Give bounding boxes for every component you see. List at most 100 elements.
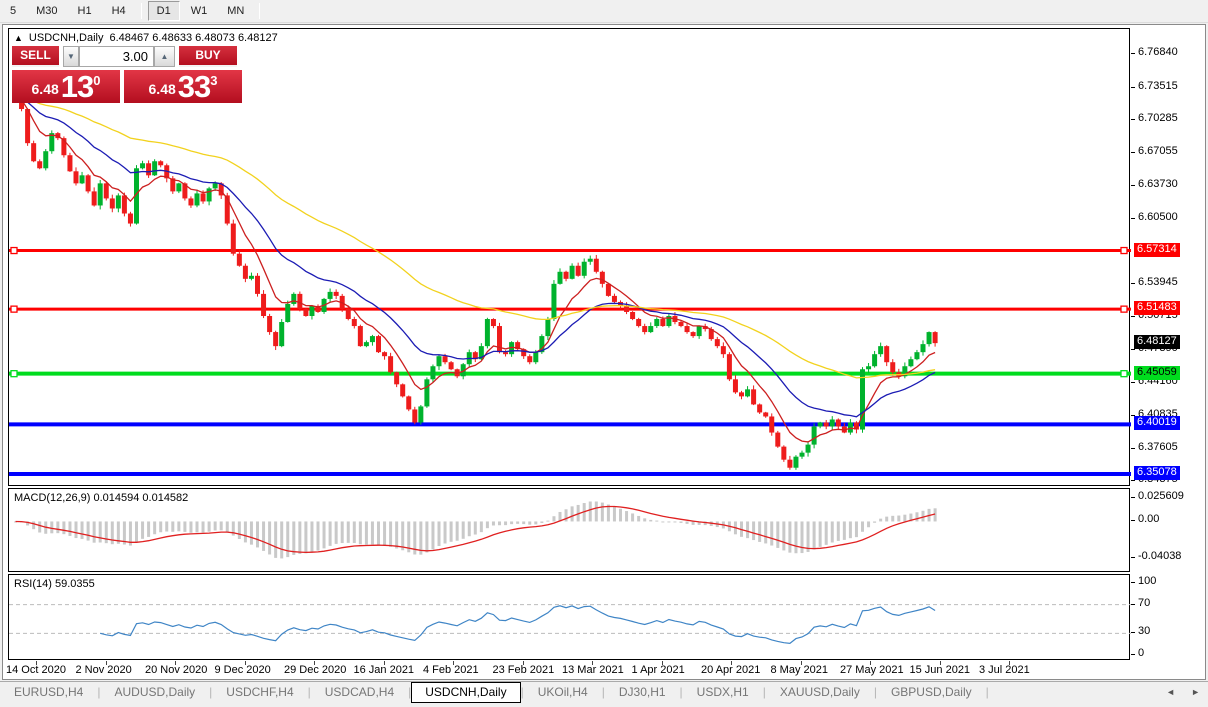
macd-tick-mark bbox=[1131, 520, 1135, 521]
toolbar-separator bbox=[141, 3, 142, 19]
macd-histogram bbox=[14, 502, 937, 559]
date-label: 15 Jun 2021 bbox=[910, 664, 971, 676]
macd-tick-label: -0.04038 bbox=[1138, 550, 1181, 562]
date-label: 23 Feb 2021 bbox=[493, 664, 555, 676]
price-tick-label: 6.63730 bbox=[1138, 178, 1178, 190]
price-tick-label: 6.73515 bbox=[1138, 80, 1178, 92]
sell-price-small: 6.48 bbox=[32, 77, 59, 101]
rsi-tick-mark bbox=[1131, 604, 1135, 605]
date-label: 3 Jul 2021 bbox=[979, 664, 1030, 676]
date-axis[interactable]: 14 Oct 20202 Nov 202020 Nov 20209 Dec 20… bbox=[6, 661, 1131, 679]
timeframe-button-5[interactable]: 5 bbox=[1, 1, 25, 21]
tab-usdcnh-daily[interactable]: USDCNH,Daily bbox=[411, 682, 520, 703]
timeframe-button-m30[interactable]: M30 bbox=[27, 1, 66, 21]
rsi-tick-label: 70 bbox=[1138, 597, 1150, 609]
rsi-indicator-panel[interactable]: RSI(14) 59.0355 bbox=[8, 574, 1130, 660]
timeframe-button-h1[interactable]: H1 bbox=[69, 1, 101, 21]
rsi-tick-mark bbox=[1131, 632, 1135, 633]
tab-ukoil-h4[interactable]: UKOil,H4 bbox=[524, 682, 602, 703]
rsi-tick-label: 0 bbox=[1138, 647, 1144, 659]
level-price-label: 6.35078 bbox=[1134, 466, 1180, 480]
buy-price-sup: 3 bbox=[210, 75, 217, 87]
timeframe-toolbar: 5M30H1H4 D1W1MN bbox=[0, 0, 1208, 23]
level-price-label: 6.57314 bbox=[1134, 243, 1180, 257]
date-label: 16 Jan 2021 bbox=[354, 664, 415, 676]
tab-separator: | bbox=[986, 682, 989, 702]
rsi-line bbox=[100, 606, 935, 644]
rsi-tick-mark bbox=[1131, 654, 1135, 655]
rsi-tick-mark bbox=[1131, 582, 1135, 583]
volume-increase-button[interactable]: ▲ bbox=[154, 46, 175, 67]
price-tick-mark bbox=[1131, 119, 1135, 120]
rsi-tick-label: 30 bbox=[1138, 625, 1150, 637]
price-axis[interactable]: 6.768406.735156.702856.670556.637306.605… bbox=[1131, 28, 1205, 679]
tab-usdcad-h4[interactable]: USDCAD,H4 bbox=[311, 682, 408, 703]
timeframe-button-w1[interactable]: W1 bbox=[182, 1, 217, 21]
rsi-canvas bbox=[9, 575, 1131, 661]
price-tick-mark bbox=[1131, 316, 1135, 317]
candles bbox=[13, 87, 938, 470]
tab-dj30-h1[interactable]: DJ30,H1 bbox=[605, 682, 680, 703]
ma-slow bbox=[16, 97, 936, 378]
date-label: 2 Nov 2020 bbox=[76, 664, 132, 676]
macd-title: MACD(12,26,9) 0.014594 0.014582 bbox=[14, 492, 188, 504]
buy-price-display[interactable]: 6.48 33 3 bbox=[124, 70, 242, 103]
date-label: 20 Apr 2021 bbox=[701, 664, 760, 676]
horizontal-levels bbox=[9, 248, 1131, 474]
date-label: 4 Feb 2021 bbox=[423, 664, 479, 676]
sell-button[interactable]: SELL bbox=[12, 46, 59, 67]
price-tick-label: 6.60500 bbox=[1138, 211, 1178, 223]
toolbar-separator bbox=[259, 3, 260, 19]
ma-fast bbox=[16, 97, 936, 442]
price-tick-label: 6.76840 bbox=[1138, 46, 1178, 58]
price-tick-mark bbox=[1131, 448, 1135, 449]
tab-scroll-left-icon[interactable]: ◄ bbox=[1158, 682, 1183, 702]
date-label: 8 May 2021 bbox=[771, 664, 828, 676]
date-label: 14 Oct 2020 bbox=[6, 664, 66, 676]
chart-window: ▲ USDCNH,Daily 6.48467 6.48633 6.48073 6… bbox=[2, 24, 1206, 680]
sell-price-display[interactable]: 6.48 13 0 bbox=[12, 70, 120, 103]
tab-eurusd-h4[interactable]: EURUSD,H4 bbox=[0, 682, 97, 703]
price-chart-panel[interactable]: ▲ USDCNH,Daily 6.48467 6.48633 6.48073 6… bbox=[8, 28, 1130, 486]
price-tick-mark bbox=[1131, 218, 1135, 219]
price-tick-label: 6.53945 bbox=[1138, 276, 1178, 288]
price-tick-label: 6.70285 bbox=[1138, 112, 1178, 124]
macd-tick-mark bbox=[1131, 557, 1135, 558]
price-tick-mark bbox=[1131, 152, 1135, 153]
price-tick-mark bbox=[1131, 53, 1135, 54]
ma-mid bbox=[16, 97, 936, 417]
price-tick-mark bbox=[1131, 185, 1135, 186]
level-price-label: 6.45059 bbox=[1134, 366, 1180, 380]
tab-usdchf-h4[interactable]: USDCHF,H4 bbox=[212, 682, 307, 703]
buy-price-small: 6.48 bbox=[149, 77, 176, 101]
rsi-tick-label: 100 bbox=[1138, 575, 1156, 587]
price-tick-mark bbox=[1131, 382, 1135, 383]
macd-indicator-panel[interactable]: MACD(12,26,9) 0.014594 0.014582 bbox=[8, 488, 1130, 572]
price-tick-mark bbox=[1131, 349, 1135, 350]
price-tick-mark bbox=[1131, 87, 1135, 88]
tab-usdx-h1[interactable]: USDX,H1 bbox=[683, 682, 763, 703]
level-price-label: 6.40019 bbox=[1134, 416, 1180, 430]
macd-tick-label: 0.00 bbox=[1138, 513, 1159, 525]
date-label: 13 Mar 2021 bbox=[562, 664, 624, 676]
volume-input[interactable]: 3.00 bbox=[79, 46, 154, 67]
date-label: 20 Nov 2020 bbox=[145, 664, 207, 676]
sell-price-big: 13 bbox=[61, 72, 93, 101]
level-price-label: 6.51483 bbox=[1134, 301, 1180, 315]
one-click-trading-panel: SELL ▼ 3.00 ▲ BUY 6.48 13 0 6.48 33 3 bbox=[12, 43, 242, 105]
buy-button[interactable]: BUY bbox=[179, 46, 237, 67]
tab-scroll-right-icon[interactable]: ► bbox=[1183, 682, 1208, 702]
volume-decrease-button[interactable]: ▼ bbox=[63, 46, 79, 67]
price-tick-mark bbox=[1131, 283, 1135, 284]
buy-price-big: 33 bbox=[178, 72, 210, 101]
price-tick-label: 6.37605 bbox=[1138, 441, 1178, 453]
timeframe-button-mn[interactable]: MN bbox=[218, 1, 253, 21]
timeframe-button-d1[interactable]: D1 bbox=[148, 1, 180, 21]
collapse-triangle-icon[interactable]: ▲ bbox=[14, 33, 23, 43]
tab-xauusd-daily[interactable]: XAUUSD,Daily bbox=[766, 682, 874, 703]
tab-gbpusd-daily[interactable]: GBPUSD,Daily bbox=[877, 682, 986, 703]
tab-audusd-daily[interactable]: AUDUSD,Daily bbox=[100, 682, 209, 703]
bid-price-label: 6.48127 bbox=[1134, 335, 1180, 349]
price-tick-mark bbox=[1131, 480, 1135, 481]
timeframe-button-h4[interactable]: H4 bbox=[103, 1, 135, 21]
